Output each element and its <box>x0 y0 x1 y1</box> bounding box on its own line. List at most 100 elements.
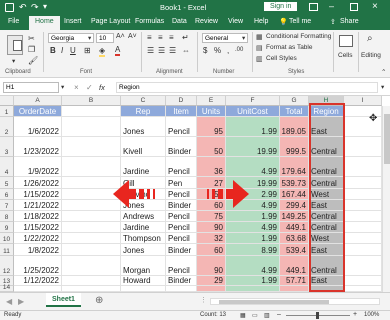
row-header[interactable]: 10 <box>0 233 14 244</box>
tab-help[interactable]: Help <box>254 18 268 25</box>
data-cell-f[interactable]: 4.99 <box>226 157 280 177</box>
cell[interactable] <box>344 211 382 222</box>
tab-split-icon[interactable]: ⋮ <box>200 296 207 304</box>
data-cell-a[interactable]: 1/23/2022 <box>14 137 62 157</box>
data-cell-f[interactable]: 8.99 <box>226 244 280 256</box>
data-cell-c[interactable]: Jones <box>121 244 166 256</box>
cell[interactable] <box>62 222 121 233</box>
align-middle-icon[interactable]: ≡ <box>158 33 163 42</box>
cell-styles-icon[interactable]: ▥ <box>256 55 263 63</box>
formula-input[interactable]: Region <box>116 82 378 93</box>
wrap-text-icon[interactable]: ↵ <box>182 33 189 42</box>
data-cell-d[interactable]: Pencil <box>166 157 197 177</box>
cell[interactable] <box>344 276 382 286</box>
format-table-icon[interactable]: ▤ <box>256 44 263 52</box>
font-color-icon[interactable]: A <box>115 45 121 56</box>
data-cell-c[interactable]: Thompson <box>121 233 166 244</box>
ribbon-display-icon[interactable] <box>309 3 318 11</box>
format-as-table-button[interactable]: Format as Table <box>266 44 312 51</box>
tell-me-box[interactable]: Tell me <box>289 18 311 25</box>
cells-button[interactable]: Cells <box>338 52 352 59</box>
tab-insert[interactable]: Insert <box>64 18 82 25</box>
paste-icon[interactable] <box>7 35 23 55</box>
conditional-formatting-icon[interactable]: ▦ <box>256 33 263 41</box>
horizontal-scrollbar[interactable] <box>210 298 380 305</box>
data-cell-f[interactable]: 4.99 <box>226 222 280 233</box>
save-icon[interactable] <box>5 3 14 12</box>
vertical-scroll-thumb[interactable] <box>384 114 390 164</box>
worksheet-grid[interactable]: ABCDEFGHI 1 2 3 4 5 6 7 8 9 10 11 12 13 14 OrderDate R… <box>0 96 390 292</box>
cell[interactable] <box>62 137 121 157</box>
data-cell-d[interactable]: Pencil <box>166 233 197 244</box>
data-cell-f[interactable]: 4.99 <box>226 256 280 276</box>
cell[interactable] <box>62 244 121 256</box>
customize-qat-icon[interactable]: ▾ <box>43 2 47 11</box>
copy-icon[interactable]: ❐ <box>28 45 35 54</box>
data-cell-d[interactable]: Binder <box>166 276 197 286</box>
header-cell-d[interactable]: Item <box>166 106 197 117</box>
cell-styles-button[interactable]: Cell Styles <box>266 55 297 62</box>
data-cell-f[interactable]: 1.99 <box>226 117 280 137</box>
bold-icon[interactable]: B <box>50 46 56 55</box>
decrease-font-icon[interactable]: A˅ <box>128 33 137 40</box>
cell[interactable] <box>344 233 382 244</box>
share-icon[interactable]: ⇪ <box>330 18 336 26</box>
row-header[interactable]: 4 <box>0 157 14 177</box>
align-left-icon[interactable]: ☰ <box>147 46 154 55</box>
data-cell-e[interactable]: 75 <box>197 211 226 222</box>
redo-icon[interactable]: ↷ <box>31 2 39 13</box>
prev-sheet-icon[interactable]: ◀ <box>6 297 12 306</box>
column-header-b[interactable]: B <box>62 96 121 106</box>
tab-review[interactable]: Review <box>195 18 218 25</box>
expand-formula-icon[interactable]: ▾ <box>381 83 384 91</box>
add-sheet-icon[interactable]: ⊕ <box>95 295 103 306</box>
column-header-f[interactable]: F <box>226 96 280 106</box>
collapse-ribbon-icon[interactable]: ⌃ <box>381 68 386 76</box>
horizontal-scroll-thumb[interactable] <box>219 300 329 304</box>
name-box[interactable]: H1 <box>3 82 59 93</box>
number-format-chevron-down-icon[interactable]: ▾ <box>242 34 245 42</box>
data-cell-a[interactable]: 1/18/2022 <box>14 211 62 222</box>
sign-in-button[interactable]: Sign in <box>264 2 298 11</box>
cells-icon[interactable] <box>339 35 353 47</box>
data-cell-d[interactable]: Pencil <box>166 222 197 233</box>
format-painter-icon[interactable]: 🖌 <box>28 56 38 65</box>
header-cell-e[interactable]: Units <box>197 106 226 117</box>
data-cell-e[interactable]: 50 <box>197 137 226 157</box>
row-header[interactable]: 11 <box>0 244 14 256</box>
data-cell-c[interactable]: Howard <box>121 276 166 286</box>
column-header-d[interactable]: D <box>166 96 197 106</box>
cell[interactable] <box>344 256 382 276</box>
tab-home[interactable]: Home <box>29 16 60 30</box>
data-cell-d[interactable]: Binder <box>166 244 197 256</box>
row-header[interactable]: 8 <box>0 211 14 222</box>
undo-icon[interactable]: ↶ <box>19 2 27 13</box>
data-cell-a[interactable]: 1/12/2022 <box>14 276 62 286</box>
column-header-g[interactable]: G <box>280 96 309 106</box>
zoom-in-icon[interactable]: + <box>353 311 357 318</box>
close-icon[interactable]: × <box>372 1 378 12</box>
percent-icon[interactable]: % <box>214 46 221 55</box>
sheet-tab-sheet1[interactable]: Sheet1 <box>46 293 81 307</box>
align-center-icon[interactable]: ☰ <box>158 46 165 55</box>
row-header[interactable]: 9 <box>0 222 14 233</box>
data-cell-c[interactable]: Kivell <box>121 137 166 157</box>
share-button[interactable]: Share <box>340 18 359 25</box>
data-cell-d[interactable]: Pencil <box>166 117 197 137</box>
borders-icon[interactable]: ⊞ <box>84 46 91 55</box>
data-cell-a[interactable]: 1/26/2022 <box>14 177 62 189</box>
cell[interactable] <box>344 189 382 200</box>
column-header-e[interactable]: E <box>197 96 226 106</box>
data-cell-g[interactable]: 449.1 <box>280 256 309 276</box>
data-cell-g[interactable]: 539.73 <box>280 177 309 189</box>
vertical-scrollbar[interactable] <box>382 106 390 292</box>
column-header-a[interactable]: A <box>14 96 62 106</box>
cell[interactable] <box>344 157 382 177</box>
align-right-icon[interactable]: ☰ <box>169 46 176 55</box>
insert-function-icon[interactable]: fx <box>99 83 105 92</box>
underline-icon[interactable]: U <box>70 46 76 55</box>
cell[interactable] <box>344 137 382 157</box>
cell[interactable] <box>62 157 121 177</box>
zoom-slider[interactable] <box>286 312 350 319</box>
cell[interactable] <box>62 256 121 276</box>
